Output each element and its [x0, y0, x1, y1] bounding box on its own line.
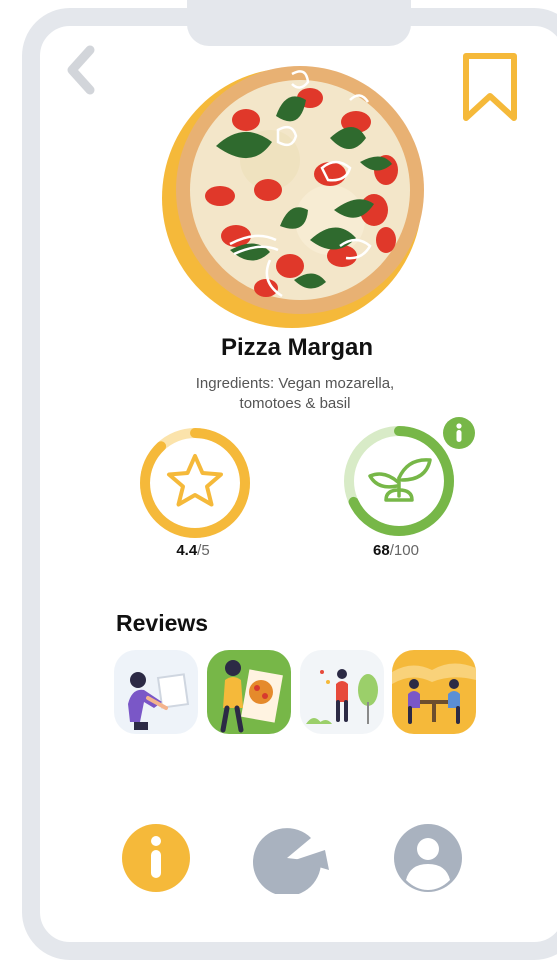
info-icon [122, 824, 190, 892]
rating-max: /5 [197, 542, 210, 559]
review-illustration-2 [207, 650, 291, 734]
ingredients-text: Ingredients: Vegan mozarella, tomotoes &… [150, 374, 440, 414]
chevron-left-icon [67, 45, 95, 95]
tab-info[interactable] [120, 822, 192, 894]
phone-notch [187, 0, 411, 46]
reviews-heading: Reviews [116, 610, 209, 636]
rating-ring [140, 428, 250, 538]
eco-value: 68 [373, 542, 390, 559]
rating-score: 4.4/5 [138, 542, 248, 559]
rating-value: 4.4 [176, 542, 198, 559]
review-thumbnail-1[interactable] [114, 650, 198, 734]
review-thumbnail-2[interactable] [207, 650, 291, 734]
review-thumbnail-3[interactable] [300, 650, 384, 734]
bookmark-button[interactable] [460, 52, 520, 126]
pizza-image [162, 66, 424, 328]
eco-ring [344, 426, 454, 536]
back-button[interactable] [62, 44, 102, 100]
review-thumbnail-4[interactable] [392, 650, 476, 734]
eco-max: /100 [389, 542, 419, 559]
pie-chart-icon [253, 828, 329, 897]
tab-profile[interactable] [392, 822, 464, 894]
review-illustration-3 [300, 650, 384, 734]
review-illustration-1 [114, 650, 198, 734]
dish-title: Pizza Margan [220, 334, 374, 361]
ingredients-line-2: tomotoes & basil [239, 395, 351, 412]
ingredients-line-1: Ingredients: Vegan mozarella, [195, 375, 395, 392]
user-icon [394, 824, 462, 892]
bookmark-icon [463, 53, 517, 121]
eco-score: 68/100 [341, 542, 451, 559]
tab-statistics[interactable] [251, 822, 329, 897]
review-illustration-4 [392, 650, 476, 734]
